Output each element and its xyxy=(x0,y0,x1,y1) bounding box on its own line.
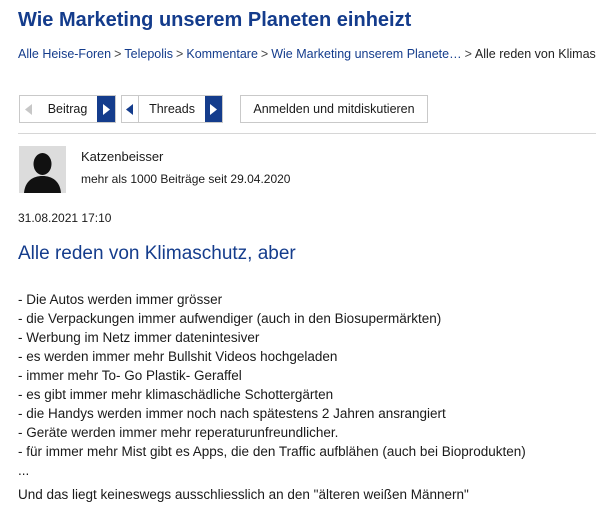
next-post-button[interactable] xyxy=(97,96,115,122)
post-line: - es gibt immer mehr klimaschädliche Sch… xyxy=(18,387,334,402)
breadcrumb-separator: > xyxy=(176,47,184,61)
author-post-count: mehr als 1000 Beiträge seit 29.04.2020 xyxy=(81,172,291,186)
breadcrumb-link-telepolis[interactable]: Telepolis xyxy=(124,47,173,61)
breadcrumb-link-kommentare[interactable]: Kommentare xyxy=(186,47,258,61)
chevron-right-icon xyxy=(103,103,111,115)
breadcrumb-link-thread[interactable]: Wie Marketing unserem Planete… xyxy=(271,47,461,61)
post-line: - für immer mehr Mist gibt es Apps, die … xyxy=(18,444,526,459)
thread-navigation-label: Threads xyxy=(149,102,195,116)
post-navigation: Beitrag xyxy=(19,95,116,123)
post-line: - es werden immer mehr Bullshit Videos h… xyxy=(18,349,338,364)
post-line: ... xyxy=(18,463,30,478)
post-line: - die Handys werden immer noch nach spät… xyxy=(18,406,446,421)
chevron-left-icon xyxy=(24,103,32,115)
next-thread-button[interactable] xyxy=(204,96,222,122)
breadcrumb-separator: > xyxy=(114,47,122,61)
chevron-left-icon xyxy=(126,103,134,115)
post-title: Alle reden von Klimaschutz, aber xyxy=(18,243,296,264)
breadcrumb-separator: > xyxy=(464,47,472,61)
post-line: - Die Autos werden immer grösser xyxy=(18,292,223,307)
post-line: - Werbung im Netz immer datenintesiver xyxy=(18,330,260,345)
post-line: - die Verpackungen immer aufwendiger (au… xyxy=(18,311,442,326)
breadcrumb-separator: > xyxy=(260,47,269,61)
post-body: - Die Autos werden immer grösser - die V… xyxy=(18,290,593,480)
post-line: - immer mehr To- Go Plastik- Geraffel xyxy=(18,368,242,383)
divider xyxy=(18,133,596,134)
post-line: - Geräte werden immer mehr reperaturunfr… xyxy=(18,425,339,440)
chevron-right-icon xyxy=(210,103,218,115)
avatar-silhouette xyxy=(19,146,66,193)
breadcrumb-current: Alle reden von Klimaschu xyxy=(474,47,596,61)
post-date: 31.08.2021 17:10 xyxy=(18,211,112,225)
avatar[interactable] xyxy=(19,146,66,193)
author-name[interactable]: Katzenbeisser xyxy=(81,149,163,164)
breadcrumb: Alle Heise-Foren > Telepolis > Kommentare > Wi… xyxy=(18,47,596,65)
post-navigation-label: Beitrag xyxy=(47,102,88,116)
breadcrumb-link-forums[interactable]: Alle Heise-Foren xyxy=(18,47,111,61)
thread-navigation: Threads xyxy=(121,95,223,123)
previous-post-button[interactable] xyxy=(20,96,38,122)
thread-title: Wie Marketing unserem Planeten einheizt xyxy=(18,9,412,31)
previous-thread-button[interactable] xyxy=(122,96,140,122)
post-closing-line: Und das liegt keineswegs ausschliesslich… xyxy=(18,487,469,502)
login-and-discuss-button[interactable]: Anmelden und mitdiskutieren xyxy=(240,95,428,123)
